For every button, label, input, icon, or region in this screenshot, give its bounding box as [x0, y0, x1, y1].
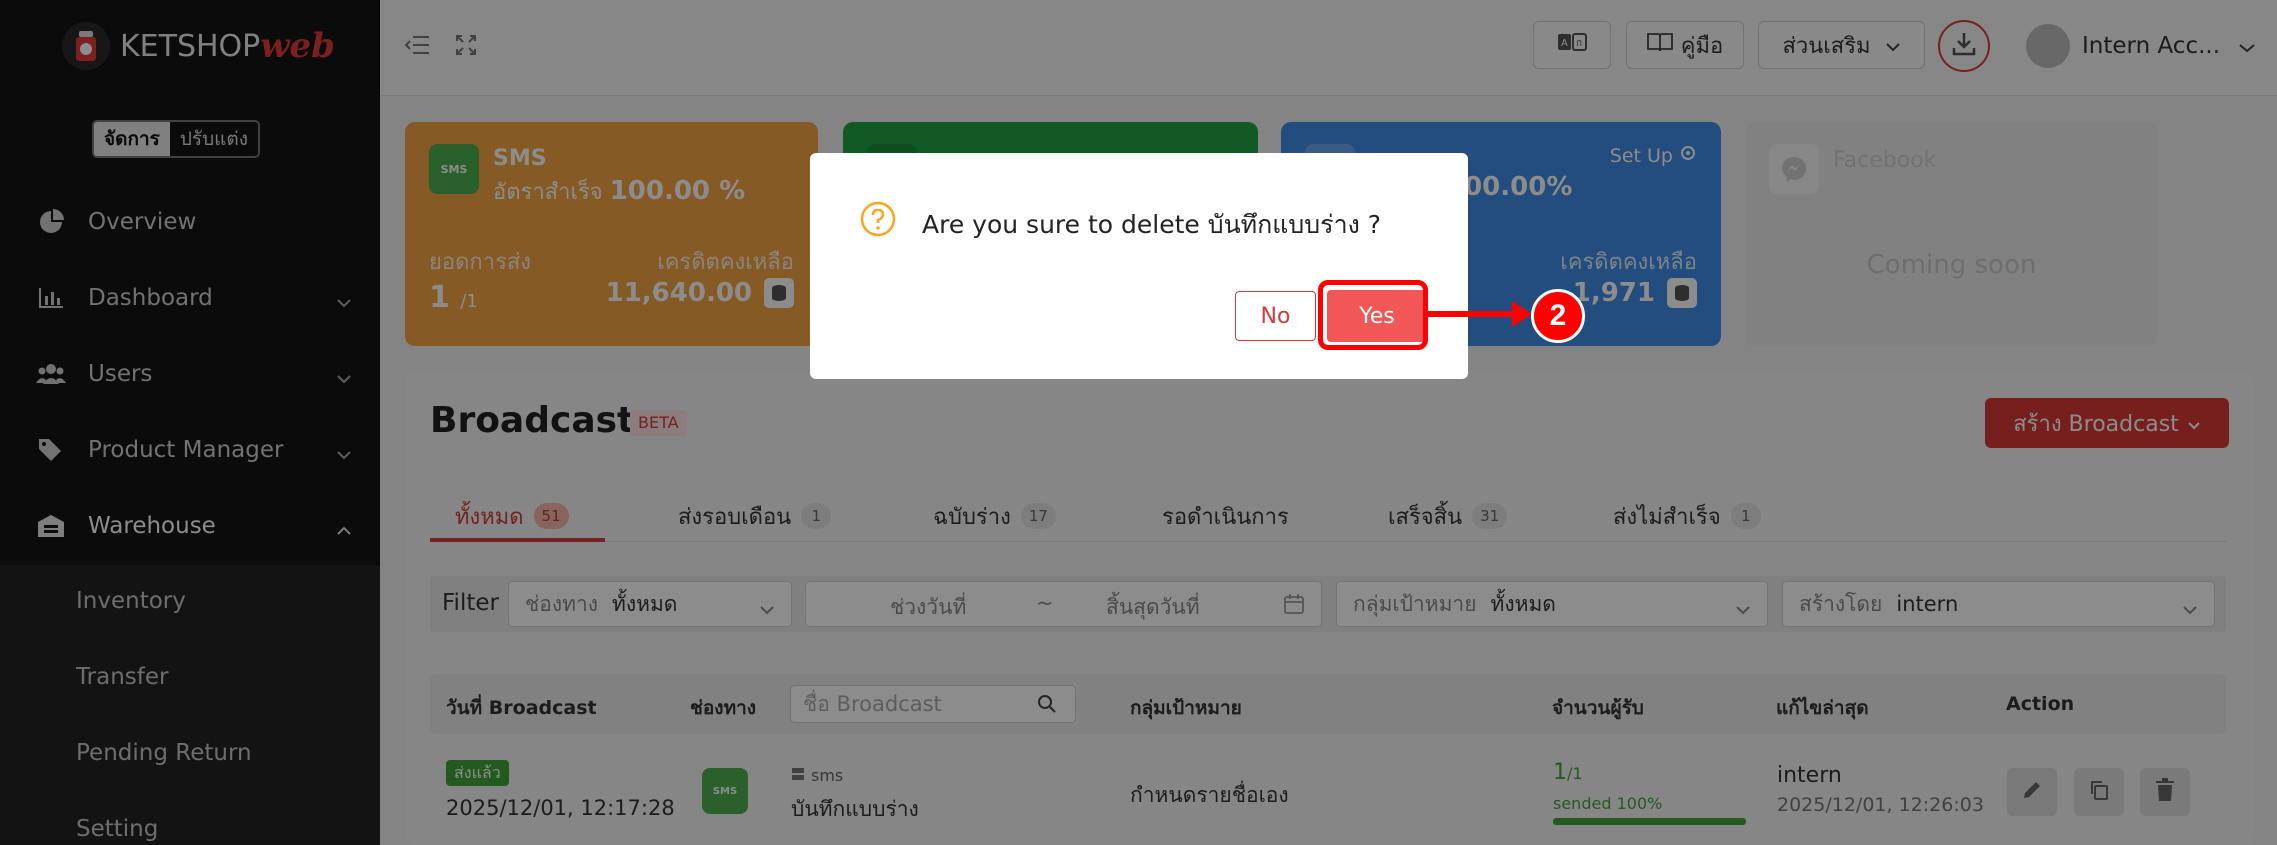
no-button[interactable]: No	[1235, 291, 1316, 341]
dialog-message: Are you sure to delete บันทึกแบบร่าง ?	[922, 210, 1382, 239]
step-number-badge: 2	[1531, 289, 1585, 343]
question-icon	[860, 201, 896, 237]
modal-backdrop[interactable]	[0, 0, 2277, 845]
yes-button-highlight	[1318, 280, 1428, 350]
annotation-arrow-head	[1512, 301, 1532, 327]
